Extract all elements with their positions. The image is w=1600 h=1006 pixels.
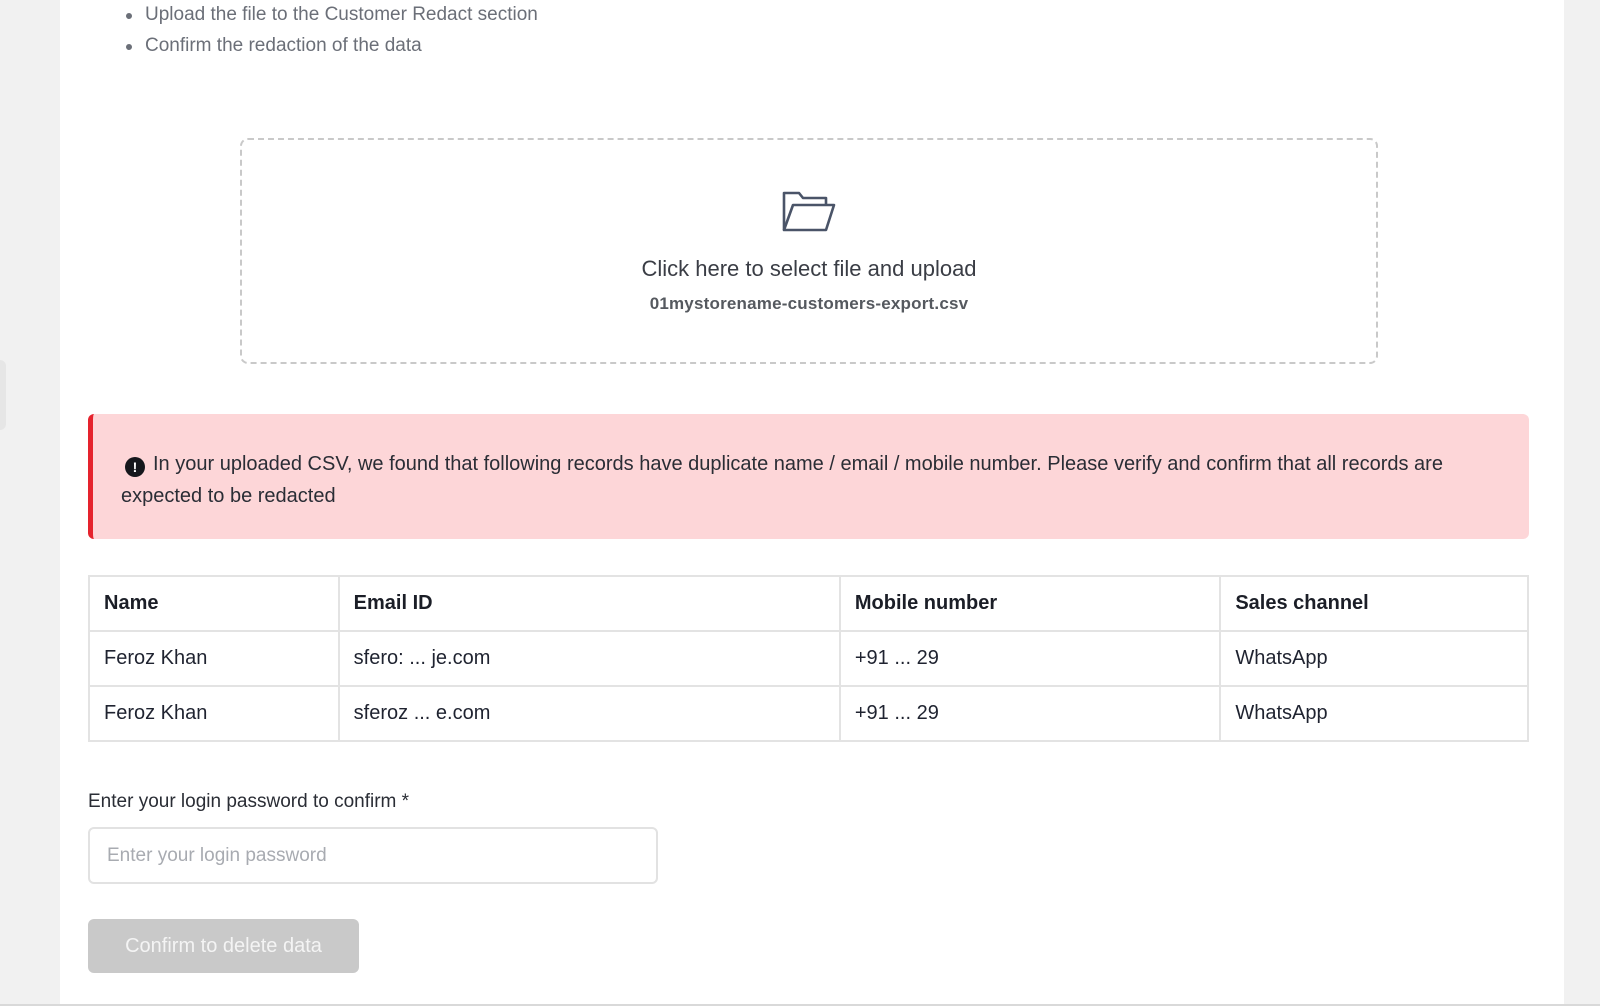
instruction-step-text: Upload the file to the Customer Redact s… <box>145 4 538 25</box>
column-header-mobile: Mobile number <box>838 575 1222 632</box>
instruction-step-text: Confirm the redaction of the data <box>145 35 422 56</box>
instruction-step: Confirm the redaction of the data <box>88 31 538 62</box>
bullet-icon <box>126 13 132 19</box>
confirm-delete-button[interactable]: Confirm to delete data <box>88 919 359 973</box>
cell-name: Feroz Khan <box>88 630 340 687</box>
exclamation-circle-icon: ! <box>125 457 145 477</box>
table-header-row: Name Email ID Mobile number Sales channe… <box>88 575 1529 632</box>
instruction-steps: Upload the file to the Customer Redact s… <box>88 0 538 62</box>
password-label: Enter your login password to confirm * <box>88 791 410 812</box>
column-header-name: Name <box>88 575 340 632</box>
column-header-sales-channel: Sales channel <box>1219 575 1529 632</box>
table-row: Feroz Khan sferoz ... e.com +91 ... 29 W… <box>88 685 1529 742</box>
instruction-step: Upload the file to the Customer Redact s… <box>88 0 538 31</box>
cell-mobile: +91 ... 29 <box>838 685 1222 742</box>
cell-name: Feroz Khan <box>88 685 340 742</box>
uploaded-file-name: 01mystorename-customers-export.csv <box>649 294 969 313</box>
upload-instruction: Click here to select file and upload <box>641 256 977 281</box>
duplicate-records-alert: ! In your uploaded CSV, we found that fol… <box>88 414 1529 539</box>
table-row: Feroz Khan sfero: ... je.com +91 ... 29 … <box>88 630 1529 687</box>
alert-message: In your uploaded CSV, we found that foll… <box>121 453 1443 507</box>
cell-mobile: +91 ... 29 <box>838 630 1222 687</box>
cell-sales-channel: WhatsApp <box>1219 685 1529 742</box>
cell-email: sferoz ... e.com <box>337 685 841 742</box>
folder-open-icon <box>782 191 836 232</box>
cell-email: sfero: ... je.com <box>337 630 841 687</box>
column-header-email: Email ID <box>337 575 841 632</box>
side-handle <box>0 360 6 430</box>
bullet-icon <box>126 44 132 50</box>
password-input[interactable] <box>88 827 658 884</box>
file-upload-dropzone[interactable]: Click here to select file and upload 01m… <box>240 138 1378 364</box>
duplicate-records-table: Name Email ID Mobile number Sales channe… <box>88 575 1529 742</box>
cell-sales-channel: WhatsApp <box>1219 630 1529 687</box>
